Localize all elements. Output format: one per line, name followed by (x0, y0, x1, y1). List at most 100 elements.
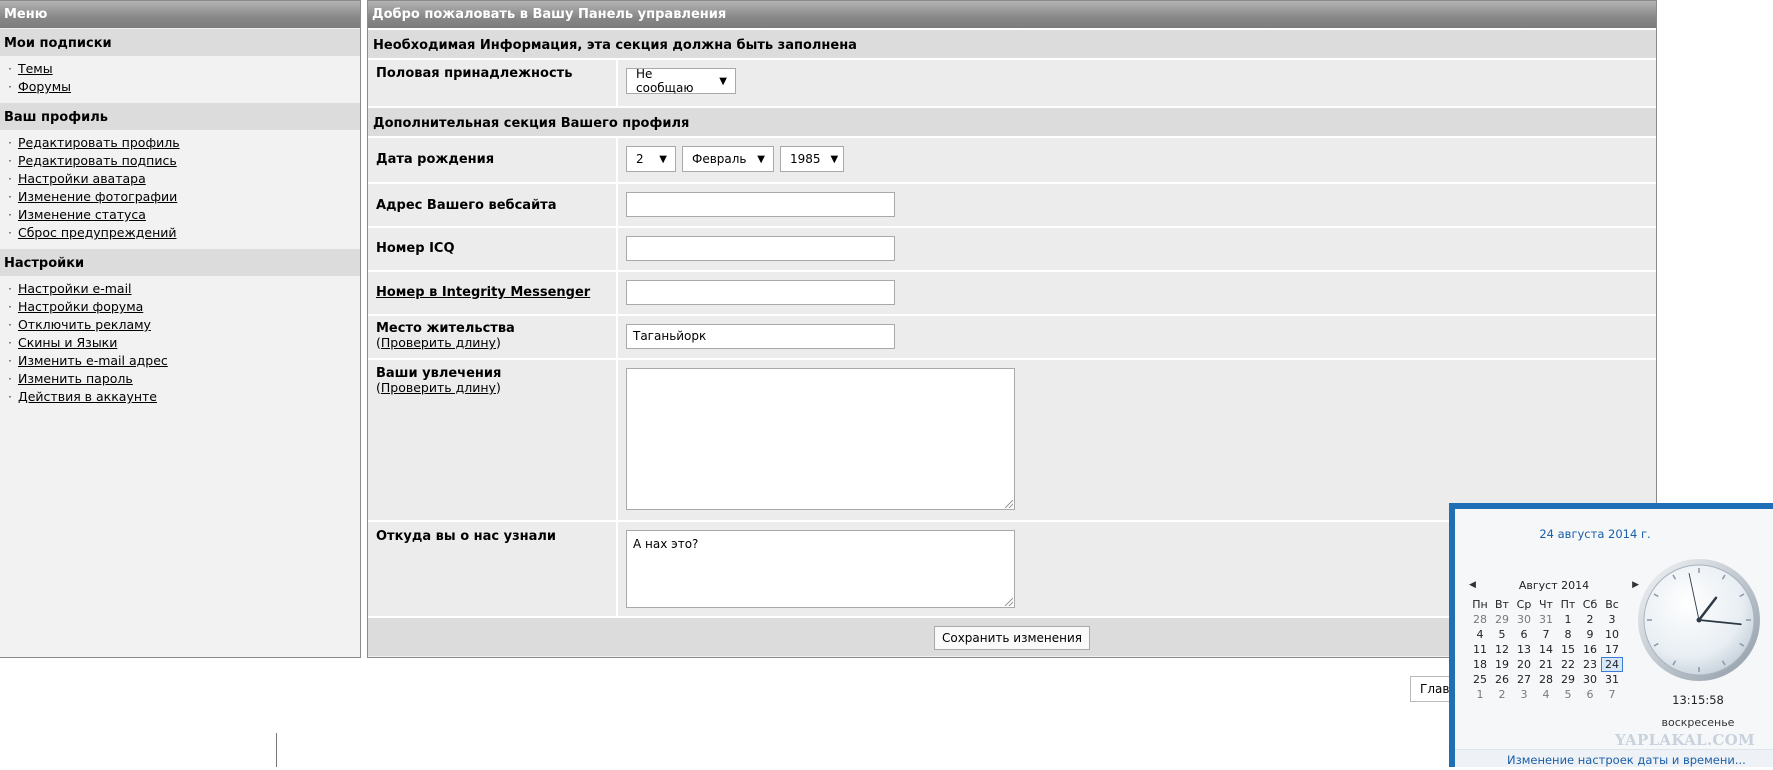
calendar-day[interactable]: 7 (1535, 627, 1557, 642)
source-textarea[interactable]: А нах это? (626, 530, 1015, 608)
gender-label: Половая принадлежность (368, 60, 618, 106)
calendar-day[interactable]: 29 (1557, 672, 1579, 687)
sidebar-link-skins-languages[interactable]: Скины и Языки (18, 335, 117, 350)
sidebar-link-edit-profile[interactable]: Редактировать профиль (18, 135, 180, 150)
calendar-day[interactable]: 2 (1579, 612, 1601, 627)
calendar-day[interactable]: 16 (1579, 642, 1601, 657)
control-panel-header: Добро пожаловать в Вашу Панель управлени… (368, 1, 1656, 28)
sidebar-link-account-actions[interactable]: Действия в аккаунте (18, 389, 157, 404)
website-input[interactable] (626, 192, 895, 217)
integrity-messenger-input[interactable] (626, 280, 895, 305)
calendar-day[interactable]: 30 (1579, 672, 1601, 687)
calendar-day[interactable]: 5 (1491, 627, 1513, 642)
sidebar-link-topics[interactable]: Темы (18, 61, 53, 76)
sidebar-link-disable-ads[interactable]: Отключить рекламу (18, 317, 151, 332)
bullet-icon: · (8, 299, 12, 314)
sidebar-link-edit-signature[interactable]: Редактировать подпись (18, 153, 177, 168)
required-section-title: Необходимая Информация, эта секция должн… (368, 28, 1656, 58)
calendar-day-today[interactable]: 24 (1601, 657, 1623, 672)
calendar-day[interactable]: 7 (1601, 687, 1623, 702)
calendar-day[interactable]: 31 (1601, 672, 1623, 687)
calendar-day[interactable]: 27 (1513, 672, 1535, 687)
save-changes-button[interactable]: Сохранить изменения (933, 626, 1091, 650)
calendar-weekday-header: Пн (1472, 598, 1488, 611)
calendar-day[interactable]: 31 (1535, 612, 1557, 627)
calendar-day[interactable]: 12 (1491, 642, 1513, 657)
sidebar-link-forums[interactable]: Форумы (18, 79, 71, 94)
calendar-day[interactable]: 1 (1557, 612, 1579, 627)
sidebar-header: Меню (0, 1, 360, 28)
calendar-day[interactable]: 30 (1513, 612, 1535, 627)
website-label: Адрес Вашего вебсайта (368, 184, 618, 226)
calendar: ◀ Август 2014 ▶ Пн Вт Ср Чт Пт Сб Вс 28 29 30 31 1 2… (1469, 577, 1639, 702)
calendar-day[interactable]: 14 (1535, 642, 1557, 657)
sidebar-link-email-settings[interactable]: Настройки e-mail (18, 281, 132, 296)
calendar-day[interactable]: 19 (1491, 657, 1513, 672)
birth-day-select[interactable]: 2 ▼ (626, 146, 676, 172)
calendar-weekday-header: Ср (1516, 598, 1532, 611)
sidebar-section-subscriptions: Мои подписки (0, 29, 360, 56)
calendar-grid: Пн Вт Ср Чт Пт Сб Вс 28 29 30 31 1 2 3 4 5 6 7 8 9 10 11 12 13 1… (1469, 597, 1639, 702)
bullet-icon: · (8, 79, 12, 94)
calendar-day[interactable]: 29 (1491, 612, 1513, 627)
calendar-day[interactable]: 11 (1469, 642, 1491, 657)
source-value: А нах это? (633, 537, 699, 551)
location-check-length-link[interactable]: Проверить длину (381, 335, 496, 350)
bullet-icon: · (8, 61, 12, 76)
calendar-day[interactable]: 21 (1535, 657, 1557, 672)
calendar-day[interactable]: 18 (1469, 657, 1491, 672)
sidebar-section-settings: Настройки (0, 249, 360, 276)
interests-textarea[interactable] (626, 368, 1015, 510)
bullet-icon: · (8, 135, 12, 150)
calendar-day[interactable]: 4 (1535, 687, 1557, 702)
bullet-icon: · (8, 353, 12, 368)
calendar-day[interactable]: 2 (1491, 687, 1513, 702)
interests-check-length-link[interactable]: Проверить длину (381, 380, 496, 395)
calendar-weekday-header: Чт (1539, 598, 1553, 611)
location-input[interactable]: Таганьйорк (626, 324, 895, 349)
birth-year-select[interactable]: 1985 ▼ (780, 146, 844, 172)
integrity-messenger-link[interactable]: Номер в Integrity Messenger (376, 285, 590, 300)
calendar-day[interactable]: 6 (1579, 687, 1601, 702)
resize-grip-icon[interactable] (1005, 500, 1013, 508)
sidebar-link-change-status[interactable]: Изменение статуса (18, 207, 146, 222)
calendar-day[interactable]: 23 (1579, 657, 1601, 672)
calendar-day[interactable]: 10 (1601, 627, 1623, 642)
gender-select-value: Не сообщаю (636, 67, 694, 95)
calendar-day[interactable]: 9 (1579, 627, 1601, 642)
calendar-day[interactable]: 1 (1469, 687, 1491, 702)
calendar-day[interactable]: 28 (1469, 612, 1491, 627)
clock-long-date-link[interactable]: 24 августа 2014 г. (1455, 527, 1735, 541)
calendar-day[interactable]: 25 (1469, 672, 1491, 687)
calendar-day[interactable]: 5 (1557, 687, 1579, 702)
icq-input[interactable] (626, 236, 895, 261)
birth-month-select[interactable]: Февраль ▼ (682, 146, 774, 172)
calendar-day[interactable]: 28 (1535, 672, 1557, 687)
sidebar-link-change-photo[interactable]: Изменение фотографии (18, 189, 177, 204)
sidebar-link-change-email[interactable]: Изменить e-mail адрес (18, 353, 168, 368)
sidebar-link-avatar-settings[interactable]: Настройки аватара (18, 171, 146, 186)
calendar-day[interactable]: 8 (1557, 627, 1579, 642)
calendar-day[interactable]: 20 (1513, 657, 1535, 672)
calendar-day[interactable]: 22 (1557, 657, 1579, 672)
sidebar-link-change-password[interactable]: Изменить пароль (18, 371, 133, 386)
calendar-day[interactable]: 3 (1601, 612, 1623, 627)
calendar-day[interactable]: 4 (1469, 627, 1491, 642)
calendar-day[interactable]: 17 (1601, 642, 1623, 657)
calendar-day[interactable]: 6 (1513, 627, 1535, 642)
bullet-icon: · (8, 281, 12, 296)
prev-month-icon[interactable]: ◀ (1469, 580, 1476, 590)
resize-grip-icon[interactable] (1005, 598, 1013, 606)
calendar-day[interactable]: 13 (1513, 642, 1535, 657)
date-time-settings-link[interactable]: Изменение настроек даты и времени... (1507, 753, 1746, 767)
calendar-day[interactable]: 3 (1513, 687, 1535, 702)
calendar-month-label[interactable]: Август 2014 (1519, 579, 1589, 592)
calendar-day[interactable]: 26 (1491, 672, 1513, 687)
calendar-day[interactable]: 15 (1557, 642, 1579, 657)
sidebar-link-forum-settings[interactable]: Настройки форума (18, 299, 143, 314)
sidebar-link-reset-warnings[interactable]: Сброс предупреждений (18, 225, 177, 240)
clock-flyout: 24 августа 2014 г. ◀ Август 2014 ▶ Пн Вт С… (1449, 503, 1773, 767)
gender-select[interactable]: Не сообщаю ▼ (626, 67, 736, 95)
birthdate-label: Дата рождения (368, 138, 618, 182)
divider (276, 733, 277, 767)
